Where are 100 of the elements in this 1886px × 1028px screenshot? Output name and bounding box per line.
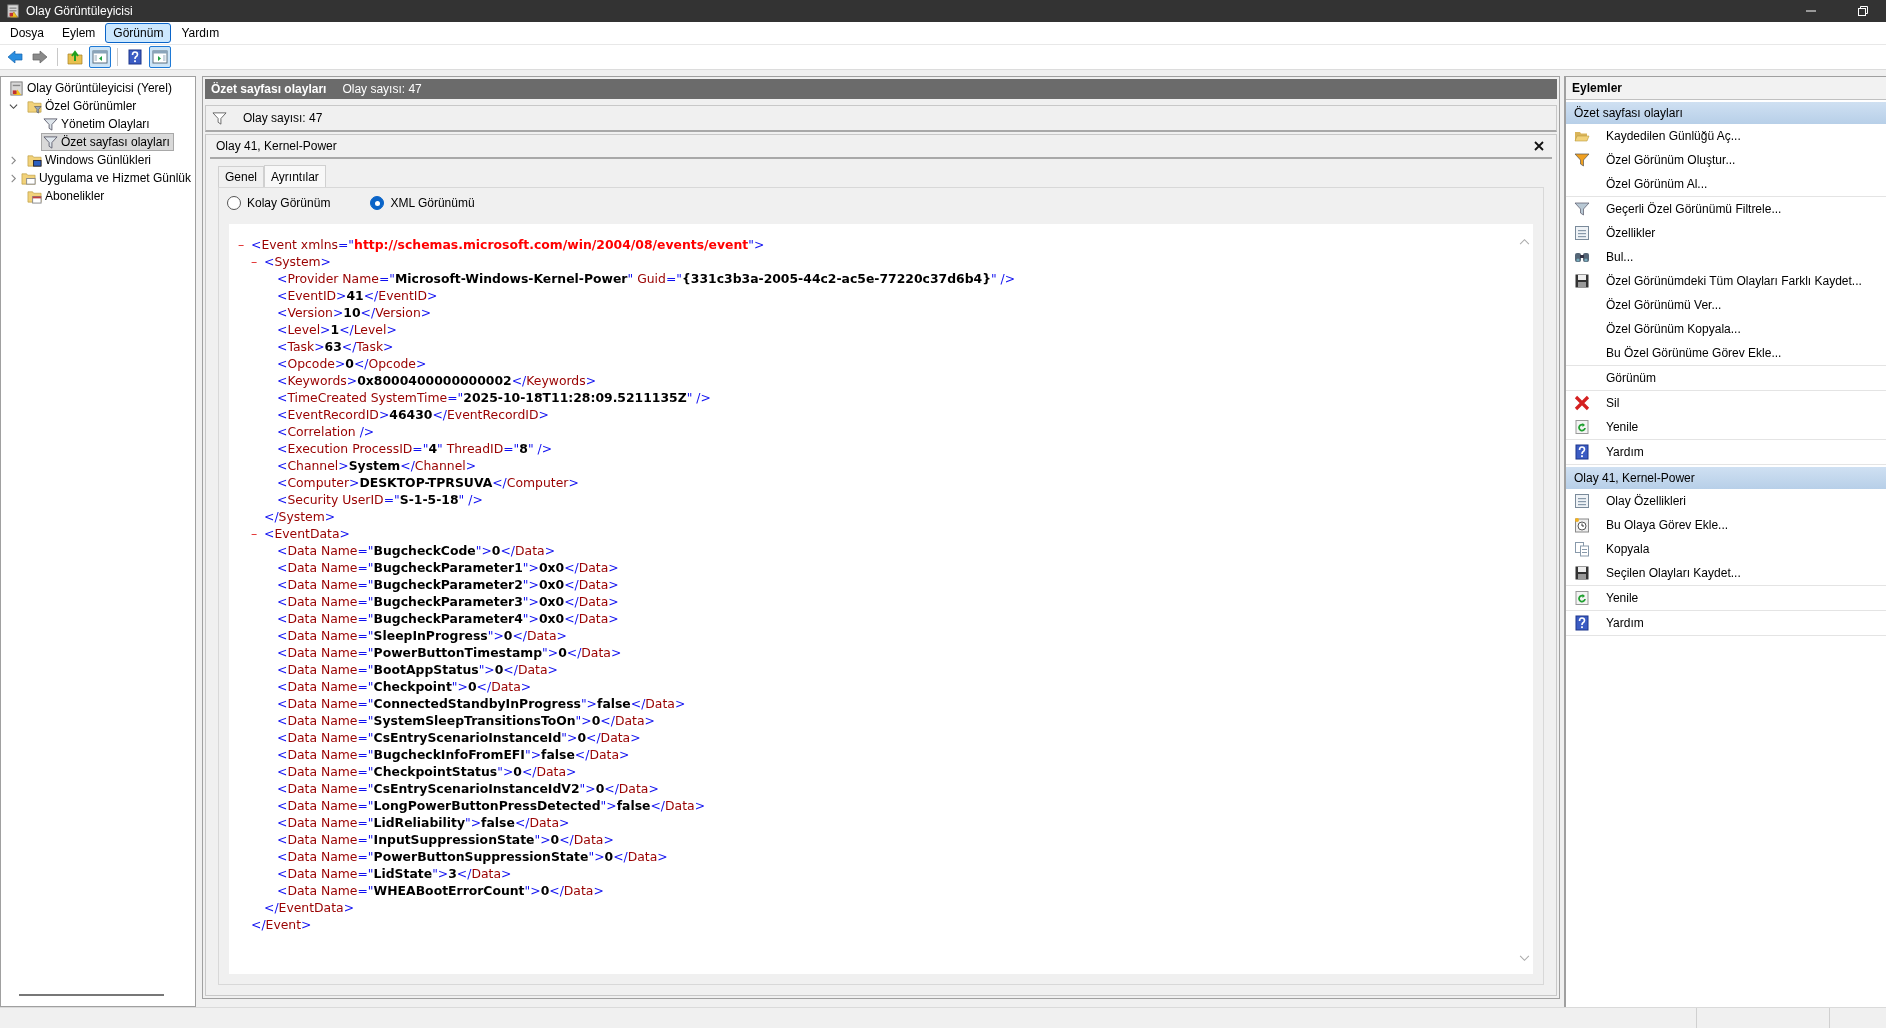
xml-line: <Data Name="BugcheckParameter3">0x0</Data> [277, 594, 619, 609]
action-link[interactable]: Yardım [1606, 445, 1644, 459]
xml-line: <EventData> [264, 526, 350, 541]
xml-line: <Task>63</Task> [277, 339, 394, 354]
xml-line: <Data Name="LongPowerButtonPressDetected">false</Data> [277, 798, 705, 813]
xml-line: <Data Name="LidState">3</Data> [277, 866, 512, 881]
filter-icon [1574, 201, 1590, 217]
xml-line: <EventRecordID>46430</EventRecordID> [277, 407, 549, 422]
action-link[interactable]: Özel Görünüm Kopyala... [1606, 322, 1741, 336]
menu-item[interactable]: Eylem [54, 23, 104, 43]
tree-item[interactable]: Abonelikler [25, 187, 109, 205]
save-icon [1574, 273, 1590, 289]
tree-pane-button[interactable] [89, 46, 111, 68]
event-log-icon [9, 80, 24, 96]
action-link[interactable]: Yenile [1606, 591, 1639, 605]
folder-calendar-icon [27, 188, 42, 204]
menu-item[interactable]: Yardım [173, 23, 228, 43]
close-icon[interactable] [1534, 141, 1544, 151]
xml-line: <Data Name="BugcheckParameter4">0x0</Data> [277, 611, 619, 626]
filter-count: Olay sayısı: 47 [243, 111, 323, 125]
action-link[interactable]: Yenile [1606, 420, 1639, 434]
collapse-toggle[interactable]: – [251, 526, 264, 541]
xml-line: <EventID>41</EventID> [277, 288, 438, 303]
xml-line: </System> [264, 509, 336, 524]
action-link[interactable]: Kaydedilen Günlüğü Aç... [1606, 129, 1741, 143]
action-link[interactable]: Olay Özellikleri [1606, 494, 1686, 508]
action-link[interactable]: Kopyala [1606, 542, 1650, 556]
menu-item[interactable]: Görünüm [105, 23, 172, 43]
actions-title: Eylemler [1566, 77, 1886, 100]
xml-line: <Computer>DESKTOP-TPRSUVA</Computer> [277, 475, 579, 490]
action-link[interactable]: Bul... [1606, 250, 1634, 264]
xml-line: <Data Name="InputSuppressionState">0</Data> [277, 832, 614, 847]
collapse-toggle[interactable]: – [251, 254, 264, 269]
action-link[interactable]: Yardım [1606, 616, 1644, 630]
tree-item[interactable]: Özel Görünümler [25, 97, 141, 115]
window-title: Olay Görüntüleyicisi [26, 4, 133, 18]
radio-button[interactable] [227, 196, 241, 210]
xml-line: </Event> [251, 917, 312, 932]
tree-label: Yönetim Olayları [61, 117, 150, 131]
radio-label[interactable]: XML Görünümü [390, 196, 475, 210]
tree-item[interactable]: Özet sayfası olayları [41, 133, 174, 151]
refresh-icon [1574, 419, 1590, 435]
folder-filter-icon [27, 98, 42, 114]
xml-line: <Data Name="BugcheckCode">0</Data> [277, 543, 555, 558]
properties-icon [1574, 493, 1590, 509]
xml-line: <Data Name="SystemSleepTransitionsToOn">0</Data> [277, 713, 655, 728]
expanded-chevron-icon[interactable] [9, 101, 18, 111]
section-header[interactable]: Olay 41, Kernel-Power [1566, 467, 1886, 489]
action-link[interactable]: Bu Özel Görünüme Görev Ekle... [1606, 346, 1782, 360]
action-link[interactable]: Özellikler [1606, 226, 1656, 240]
action-link[interactable]: Bu Olaya Görev Ekle... [1606, 518, 1729, 532]
action-link[interactable]: Özel Görünüm Al... [1606, 177, 1708, 191]
tree-item[interactable]: Olay Görüntüleyicisi (Yerel) [7, 79, 176, 97]
tab[interactable]: Ayrıntılar [264, 165, 326, 187]
xml-line: <Data Name="LidReliability">false</Data> [277, 815, 570, 830]
xml-line: <Data Name="BootAppStatus">0</Data> [277, 662, 558, 677]
action-link[interactable]: Özel Görünümdeki Tüm Olayları Farklı Kaydet... [1606, 274, 1862, 288]
filter-icon [212, 110, 227, 126]
xml-line: <Data Name="ConnectedStandbyInProgress">false</Data> [277, 696, 686, 711]
action-link[interactable]: Sil [1606, 396, 1620, 410]
refresh-icon [1574, 590, 1590, 606]
tree-label: Olay Görüntüleyicisi (Yerel) [27, 81, 172, 95]
xml-line: <Data Name="BugcheckParameter2">0x0</Data> [277, 577, 619, 592]
help-icon [1574, 444, 1590, 460]
tab[interactable]: Genel [218, 166, 265, 187]
tree-label: Uygulama ve Hizmet Günlük [38, 171, 191, 185]
funnel-icon [1574, 152, 1590, 168]
xml-line: <Data Name="CsEntryScenarioInstanceId">0</Data> [277, 730, 641, 745]
event-log-icon [6, 4, 20, 18]
collapse-toggle[interactable]: – [238, 237, 251, 252]
radio-button[interactable] [370, 196, 385, 210]
tree-item[interactable]: Windows Günlükleri [25, 151, 156, 169]
delete-icon [1574, 395, 1590, 411]
action-link[interactable]: Seçilen Olayları Kaydet... [1606, 566, 1741, 580]
restore-icon[interactable] [1858, 6, 1868, 16]
event-count: Olay sayısı: 47 [342, 82, 422, 96]
section-header[interactable]: Özet sayfası olayları [1566, 102, 1886, 124]
collapsed-chevron-icon[interactable] [9, 173, 18, 183]
xml-line: <Channel>System</Channel> [277, 458, 477, 473]
properties-icon [1574, 225, 1590, 241]
action-link[interactable]: Geçerli Özel Görünümü Filtrele... [1606, 202, 1782, 216]
clock-icon [1574, 517, 1590, 533]
radio-label[interactable]: Kolay Görünüm [247, 196, 331, 210]
xml-line: <TimeCreated SystemTime="2025-10-18T11:28:09.5211135Z" /> [277, 390, 711, 405]
scrollbar-thumb[interactable] [19, 994, 164, 996]
xml-line: <Level>1</Level> [277, 322, 397, 337]
xml-line: </EventData> [264, 900, 355, 915]
collapsed-chevron-icon[interactable] [9, 155, 18, 165]
action-link[interactable]: Görünüm [1606, 371, 1657, 385]
xml-line: <Execution ProcessID="4" ThreadID="8" /> [277, 441, 553, 456]
xml-line: <Version>10</Version> [277, 305, 432, 320]
action-link[interactable]: Özel Görünümü Ver... [1606, 298, 1722, 312]
tree-label: Özel Görünümler [45, 99, 137, 113]
action-link[interactable]: Özel Görünüm Oluştur... [1606, 153, 1736, 167]
xml-line: <Security UserID="S-1-5-18" /> [277, 492, 483, 507]
tree-item[interactable]: Uygulama ve Hizmet Günlük [18, 169, 195, 187]
tree-item[interactable]: Yönetim Olayları [41, 115, 154, 133]
action-pane-button[interactable] [149, 46, 171, 68]
xml-line: <Data Name="PowerButtonTimestamp">0</Data> [277, 645, 622, 660]
menu-item[interactable]: Dosya [2, 23, 52, 43]
